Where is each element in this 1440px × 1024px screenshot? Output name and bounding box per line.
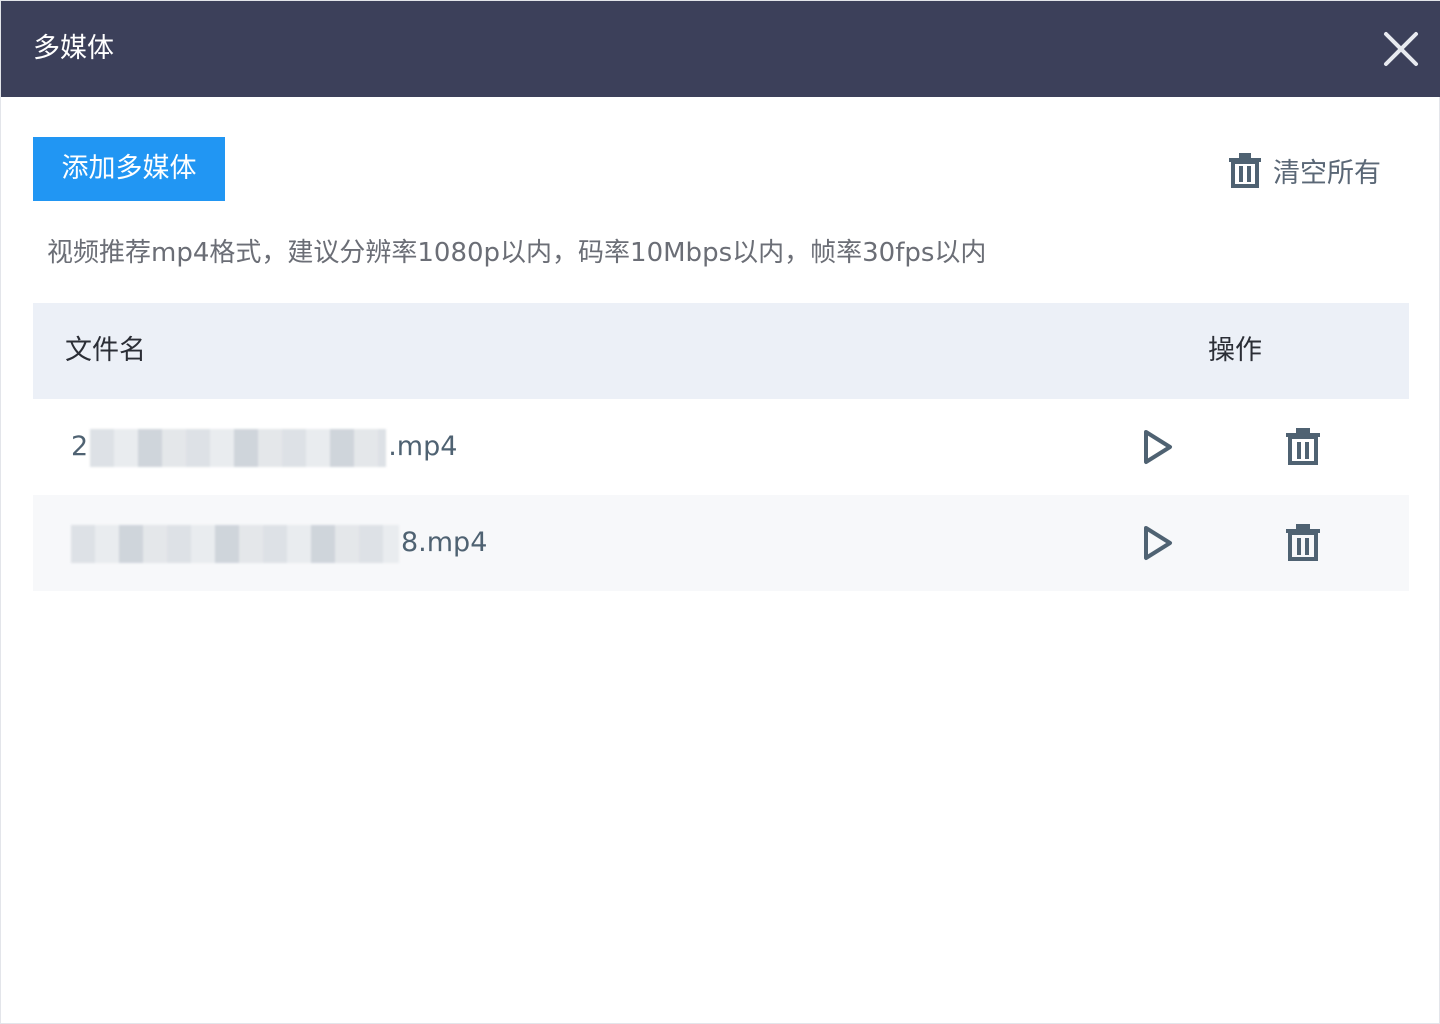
clear-all-label: 清空所有 bbox=[1273, 157, 1381, 189]
column-header-filename: 文件名 bbox=[65, 335, 146, 366]
dialog-title: 多媒体 bbox=[33, 33, 114, 64]
dialog-titlebar: 多媒体 bbox=[1, 1, 1440, 97]
trash-icon bbox=[1286, 524, 1320, 561]
close-button[interactable] bbox=[1377, 25, 1425, 73]
file-name: 2 .mp4 bbox=[71, 399, 457, 495]
table-header: 文件名 操作 bbox=[33, 303, 1409, 399]
file-name-prefix: 2 bbox=[71, 431, 89, 462]
file-name: 8.mp4 bbox=[69, 495, 487, 591]
redacted-filename bbox=[90, 428, 387, 467]
delete-button[interactable] bbox=[1279, 423, 1327, 471]
column-header-actions: 操作 bbox=[1208, 335, 1262, 366]
redacted-filename bbox=[71, 524, 399, 563]
format-hint: 视频推荐mp4格式，建议分辨率1080p以内，码率10Mbps以内，帧率30fp… bbox=[47, 238, 987, 268]
trash-icon bbox=[1286, 428, 1320, 465]
delete-button[interactable] bbox=[1279, 519, 1327, 567]
close-icon bbox=[1384, 32, 1418, 66]
add-media-button[interactable]: 添加多媒体 bbox=[33, 137, 225, 201]
table-row: 8.mp4 bbox=[33, 495, 1409, 591]
file-name-suffix: 8.mp4 bbox=[401, 527, 488, 558]
play-icon bbox=[1144, 526, 1172, 560]
file-name-suffix: .mp4 bbox=[388, 431, 458, 462]
media-table: 文件名 操作 2 .mp4 8.mp4 bbox=[33, 303, 1409, 591]
multimedia-dialog: 多媒体 添加多媒体 清空所有 视频推荐mp4格式，建议分辨率1080p以内，码率… bbox=[0, 0, 1440, 1024]
play-button[interactable] bbox=[1133, 519, 1181, 567]
play-button[interactable] bbox=[1133, 423, 1181, 471]
clear-all-button[interactable]: 清空所有 bbox=[1225, 146, 1381, 194]
trash-icon bbox=[1229, 153, 1261, 188]
table-row: 2 .mp4 bbox=[33, 399, 1409, 495]
play-icon bbox=[1144, 430, 1172, 464]
